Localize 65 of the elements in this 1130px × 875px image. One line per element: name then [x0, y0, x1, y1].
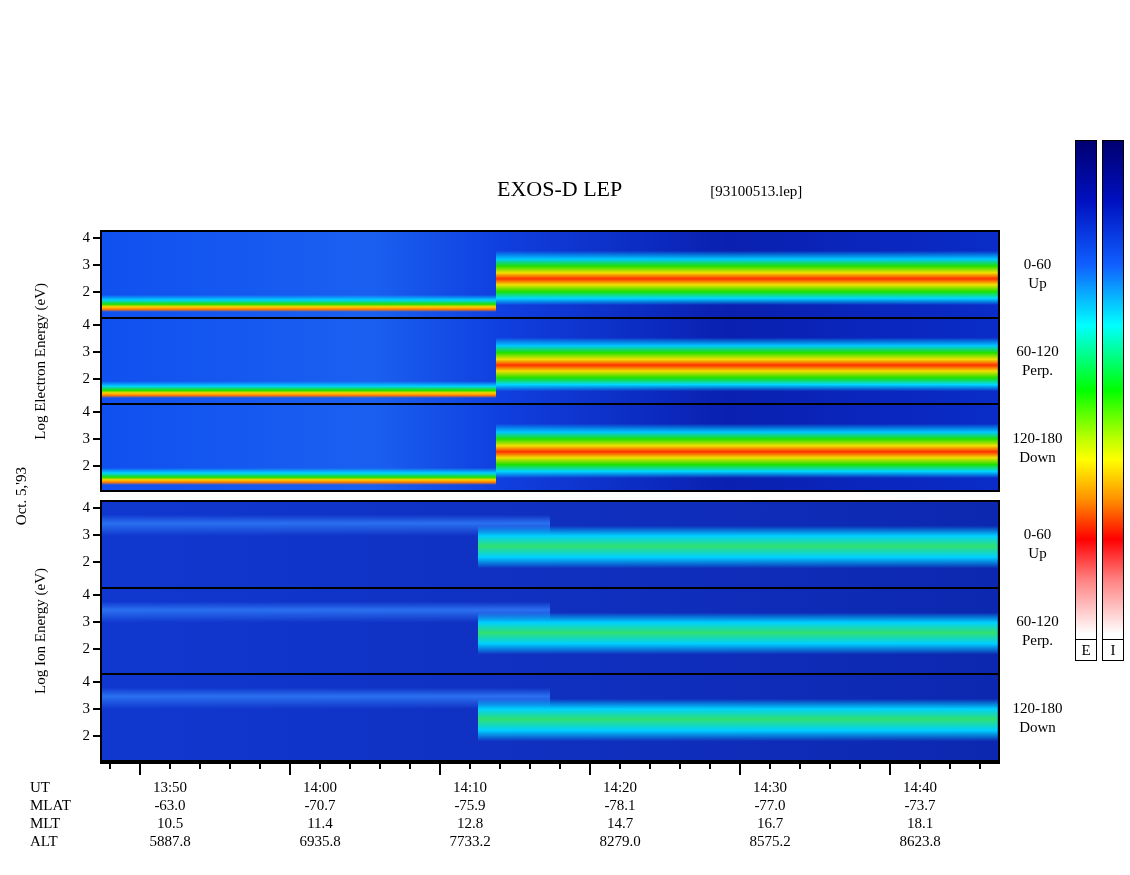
- tick-label: 2: [82, 278, 100, 305]
- pitch-range-label: 60-120: [1016, 611, 1059, 631]
- tick-label: 3: [82, 695, 100, 722]
- direction-label: Down: [1019, 717, 1056, 737]
- tick-label: 3: [82, 338, 100, 365]
- axis-title: Log Ion Energy (eV): [31, 568, 49, 694]
- tick-label: 2: [82, 548, 100, 575]
- tick-label: 3: [82, 521, 100, 548]
- row-label: MLT: [30, 814, 62, 832]
- tick-label: 4: [82, 398, 100, 425]
- tick-label: 4: [82, 668, 100, 695]
- pitch-range-label: 120-180: [1012, 428, 1063, 448]
- direction-label: Up: [1028, 543, 1047, 563]
- ephemeris-value: 14.7: [605, 814, 635, 832]
- ephemeris-value: 8279.0: [598, 832, 642, 850]
- ephemeris-value: 10.5: [155, 814, 185, 832]
- ephemeris-value: 14:40: [901, 778, 939, 796]
- chart-title: EXOS-D LEP: [497, 176, 623, 202]
- scale-label: E: [1075, 640, 1097, 661]
- direction-label: Up: [1028, 273, 1047, 293]
- ephemeris-value: 7733.2: [448, 832, 492, 850]
- tick-label: 4: [82, 311, 100, 338]
- pitch-range-label: 60-120: [1016, 341, 1059, 361]
- tick-label: 4: [82, 224, 100, 251]
- ephemeris-value: 8623.8: [898, 832, 942, 850]
- ephemeris-value: -75.9: [453, 796, 487, 814]
- ephemeris-value: -78.1: [603, 796, 637, 814]
- pitch-range-label: 0-60: [1023, 254, 1052, 274]
- ephemeris-value: 5887.8: [148, 832, 192, 850]
- file-name: [93100513.lep]: [710, 183, 803, 200]
- tick-label: 3: [82, 251, 100, 278]
- row-label: UT: [30, 778, 51, 796]
- ephemeris-value: 13:50: [151, 778, 189, 796]
- pitch-range-label: 0-60: [1023, 524, 1052, 544]
- tick-label: 2: [82, 452, 100, 479]
- pitch-range-label: 120-180: [1012, 698, 1063, 718]
- tick-label: 2: [82, 722, 100, 749]
- tick-label: 3: [82, 425, 100, 452]
- ephemeris-value: 14:10: [451, 778, 489, 796]
- ephemeris-value: 8575.2: [748, 832, 792, 850]
- ephemeris-value: -70.7: [303, 796, 337, 814]
- ephemeris-value: -63.0: [153, 796, 187, 814]
- tick-label: 4: [82, 494, 100, 521]
- ephemeris-value: 14:00: [301, 778, 339, 796]
- tick-label: 2: [82, 635, 100, 662]
- direction-label: Perp.: [1021, 360, 1054, 380]
- ephemeris-value: 18.1: [905, 814, 935, 832]
- ephemeris-value: 14:30: [751, 778, 789, 796]
- scale-label: I: [1102, 640, 1124, 661]
- row-label: MLAT: [30, 796, 72, 814]
- date-label: Oct. 5,'93: [13, 466, 30, 526]
- row-label: ALT: [30, 832, 59, 850]
- tick-label: 2: [82, 365, 100, 392]
- ephemeris-value: -77.0: [753, 796, 787, 814]
- ephemeris-value: 14:20: [601, 778, 639, 796]
- ephemeris-value: 12.8: [455, 814, 485, 832]
- ephemeris-value: 16.7: [755, 814, 785, 832]
- direction-label: Down: [1019, 447, 1056, 467]
- ephemeris-value: 11.4: [306, 814, 334, 832]
- direction-label: Perp.: [1021, 630, 1054, 650]
- ephemeris-value: 6935.8: [298, 832, 342, 850]
- tick-label: 3: [82, 608, 100, 635]
- ephemeris-value: -73.7: [903, 796, 937, 814]
- axis-title: Log Electron Energy (eV): [31, 282, 49, 440]
- tick-label: 4: [82, 581, 100, 608]
